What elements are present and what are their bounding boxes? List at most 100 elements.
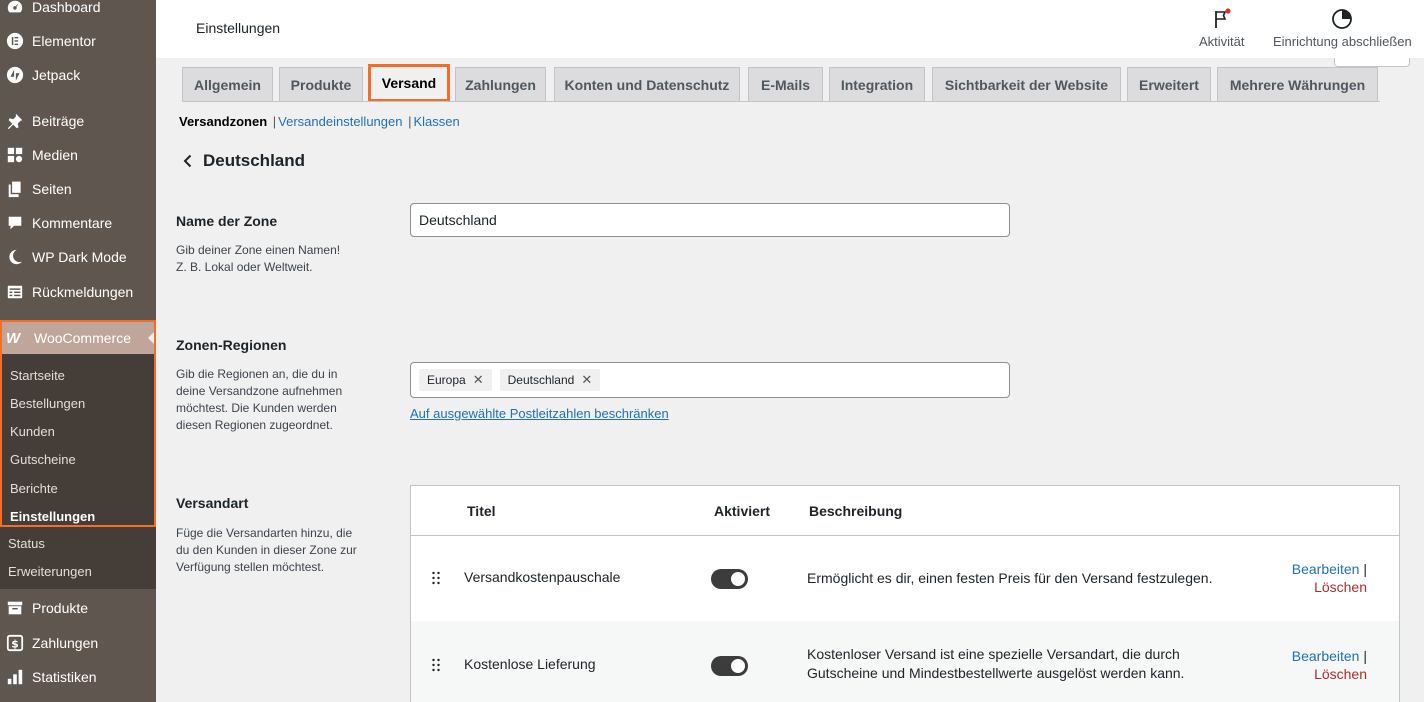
finish-setup-label: Einrichtung abschließen xyxy=(1273,34,1412,49)
woocommerce-logo: W xyxy=(6,329,21,347)
finish-setup-button[interactable]: Einrichtung abschließen xyxy=(1273,8,1412,49)
method-description-line: Ermöglicht es dir, einen festen Preis fü… xyxy=(807,570,1213,586)
feedback-icon xyxy=(5,282,25,302)
activity-button[interactable]: Aktivität xyxy=(1199,8,1245,49)
zone-name-desc-1: Gib deiner Zone einen Namen! xyxy=(176,243,341,257)
menu-posts[interactable]: Beiträge xyxy=(0,105,156,137)
menu-payments[interactable]: $ Zahlungen xyxy=(0,627,156,659)
subnav-versandzonen[interactable]: Versandzonen xyxy=(179,114,267,129)
submenu-erweiterungen[interactable]: Erweiterungen xyxy=(8,564,92,579)
action-separator: | xyxy=(1363,648,1367,664)
edit-link[interactable]: Bearbeiten xyxy=(1292,561,1360,577)
shipping-subnav: Versandzonen | Versandeinstellungen | Klas… xyxy=(179,114,460,129)
table-row: Kostenlose Lieferung Kostenloser Versand… xyxy=(411,621,1399,702)
menu-woocommerce[interactable]: W WooCommerce xyxy=(2,322,154,354)
zone-regions-label: Zonen-Regionen xyxy=(176,337,287,353)
method-title: Versandkostenpauschale xyxy=(464,569,621,585)
menu-feedback[interactable]: Rückmeldungen xyxy=(0,276,156,308)
action-separator: | xyxy=(1363,561,1367,577)
region-chip-label: Europa xyxy=(427,373,466,387)
remove-icon[interactable]: ✕ xyxy=(473,372,484,388)
woocommerce-submenu-lower: Status Erweiterungen xyxy=(0,527,156,589)
dashboard-icon xyxy=(5,0,25,17)
column-header-title: Titel xyxy=(467,503,496,519)
method-enabled-toggle[interactable] xyxy=(711,569,748,589)
jetpack-icon xyxy=(5,65,25,85)
woocommerce-header: Einstellungen Aktivität Einrichtung absc… xyxy=(156,0,1424,58)
payments-icon: $ xyxy=(5,633,25,653)
pin-icon xyxy=(5,111,25,131)
menu-label: Seiten xyxy=(32,181,72,197)
menu-label: Jetpack xyxy=(32,67,81,83)
zone-regions-select[interactable]: Europa ✕ Deutschland ✕ xyxy=(410,362,1010,398)
tab-mehrere-waehrungen[interactable]: Mehrere Währungen xyxy=(1217,67,1378,102)
menu-pages[interactable]: Seiten xyxy=(0,173,156,205)
tab-produkte[interactable]: Produkte xyxy=(279,67,363,102)
menu-elementor[interactable]: Elementor xyxy=(0,25,156,57)
zone-regions-desc-2: deine Versandzone aufnehmen xyxy=(176,384,343,398)
tab-integration[interactable]: Integration xyxy=(829,67,925,102)
help-tab[interactable] xyxy=(1334,58,1410,67)
tab-zahlungen[interactable]: Zahlungen xyxy=(455,67,546,102)
zone-regions-desc-1: Gib die Regionen an, die du in xyxy=(176,367,338,381)
toggle-knob xyxy=(731,659,745,673)
region-chip: Europa ✕ xyxy=(419,369,492,391)
chevron-left-icon[interactable] xyxy=(180,153,196,169)
zone-name-desc-2: Z. B. Lokal oder Weltweit. xyxy=(176,260,313,274)
menu-label: WP Dark Mode xyxy=(32,249,127,265)
submenu-einstellungen[interactable]: Einstellungen xyxy=(10,509,95,524)
menu-label: WooCommerce xyxy=(34,330,131,346)
tab-sichtbarkeit[interactable]: Sichtbarkeit der Website xyxy=(932,67,1121,102)
tab-emails[interactable]: E-Mails xyxy=(748,67,823,102)
zone-name-input[interactable]: Deutschland xyxy=(410,203,1010,237)
menu-dark-mode[interactable]: WP Dark Mode xyxy=(0,241,156,273)
submenu-bestellungen[interactable]: Bestellungen xyxy=(10,396,85,411)
method-enabled-toggle[interactable] xyxy=(711,656,748,676)
tabs-divider xyxy=(182,101,1380,102)
menu-label: Beiträge xyxy=(32,113,85,129)
zone-heading: Deutschland xyxy=(180,151,305,171)
submenu-gutscheine[interactable]: Gutscheine xyxy=(10,452,76,467)
activity-label: Aktivität xyxy=(1199,34,1245,49)
column-header-description: Beschreibung xyxy=(809,503,903,519)
delete-link[interactable]: Löschen xyxy=(1292,665,1367,683)
limit-postcodes-link[interactable]: Auf ausgewählte Postleitzahlen beschränk… xyxy=(410,406,669,421)
edit-link[interactable]: Bearbeiten xyxy=(1292,648,1360,664)
elementor-icon xyxy=(5,31,25,51)
delete-link[interactable]: Löschen xyxy=(1292,578,1367,596)
menu-dashboard[interactable]: Dashboard xyxy=(0,0,156,23)
comment-icon xyxy=(5,213,25,233)
submenu-berichte[interactable]: Berichte xyxy=(10,481,58,496)
subnav-versandeinstellungen[interactable]: Versandeinstellungen xyxy=(278,114,402,129)
menu-statistics[interactable]: Statistiken xyxy=(0,661,156,693)
tab-erweitert[interactable]: Erweitert xyxy=(1127,67,1211,102)
drag-handle-icon[interactable] xyxy=(431,571,441,585)
method-description: Kostenloser Versand ist eine spezielle V… xyxy=(807,645,1237,683)
method-description: Ermöglicht es dir, einen festen Preis fü… xyxy=(807,569,1237,588)
shipping-methods-desc-1: Füge die Versandarten hinzu, die xyxy=(176,526,353,540)
zone-title: Deutschland xyxy=(203,151,306,170)
submenu-kunden[interactable]: Kunden xyxy=(10,424,55,439)
tab-konten-datenschutz[interactable]: Konten und Datenschutz xyxy=(554,67,740,102)
current-menu-arrow xyxy=(148,332,154,344)
method-description-line: Gutscheine und Mindestbestellwerte ausge… xyxy=(807,665,1185,681)
menu-label: Dashboard xyxy=(32,0,101,15)
menu-products[interactable]: Produkte xyxy=(0,592,156,624)
method-title: Kostenlose Lieferung xyxy=(464,656,596,672)
admin-sidebar: Dashboard Elementor Jetpack Beiträge Med… xyxy=(0,0,156,702)
menu-jetpack[interactable]: Jetpack xyxy=(0,59,156,91)
tab-versand[interactable]: Versand xyxy=(368,64,450,102)
pages-icon xyxy=(5,179,25,199)
submenu-startseite[interactable]: Startseite xyxy=(10,368,65,383)
submenu-status[interactable]: Status xyxy=(8,536,45,551)
remove-icon[interactable]: ✕ xyxy=(581,372,592,388)
subnav-klassen[interactable]: Klassen xyxy=(414,114,460,129)
tab-allgemein[interactable]: Allgemein xyxy=(182,67,273,102)
shipping-methods-label: Versandart xyxy=(176,495,249,511)
shipping-methods-desc-3: Verfügung stellen möchtest. xyxy=(176,560,325,574)
menu-label: Rückmeldungen xyxy=(32,284,134,300)
menu-media[interactable]: Medien xyxy=(0,139,156,171)
shipping-methods-table: Titel Aktiviert Beschreibung Versandkost… xyxy=(410,485,1400,702)
drag-handle-icon[interactable] xyxy=(431,658,441,672)
menu-comments[interactable]: Kommentare xyxy=(0,207,156,239)
